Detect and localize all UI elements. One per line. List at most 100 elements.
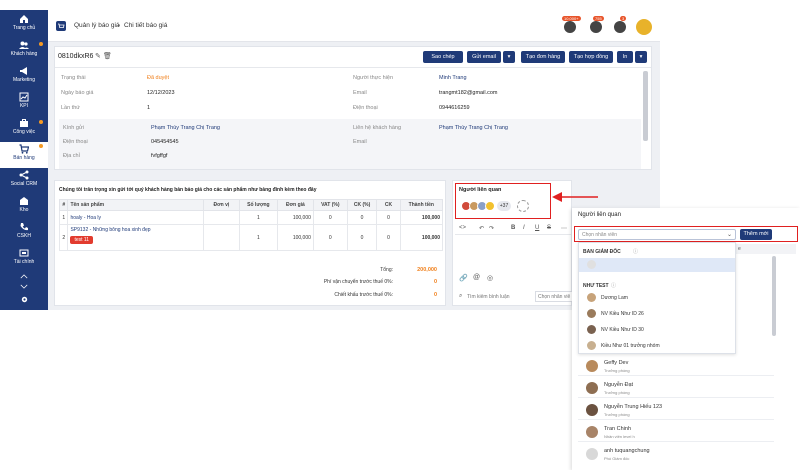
copy-button-label: Sao chép bbox=[431, 54, 455, 60]
comment-search-input[interactable] bbox=[467, 291, 529, 302]
list-item[interactable]: anh tuquangchung Phó Giám đốc bbox=[578, 444, 774, 464]
bell-icon[interactable] bbox=[564, 21, 576, 33]
warehouse-icon bbox=[20, 197, 28, 205]
mention-icon[interactable]: @ bbox=[473, 274, 480, 281]
owner-value[interactable]: Minh Trang bbox=[439, 75, 467, 81]
more-icon[interactable]: ⋯ bbox=[561, 225, 567, 232]
avatar bbox=[586, 448, 598, 460]
more-people-count[interactable]: +37 bbox=[497, 201, 511, 211]
email-dropdown-button[interactable]: ▾ bbox=[503, 51, 515, 63]
products-intro: Chúng tôi trân trọng xin gửi tới quý khá… bbox=[59, 187, 317, 193]
avatar bbox=[587, 341, 596, 350]
date-value: 12/12/2023 bbox=[147, 90, 175, 96]
user-avatar[interactable] bbox=[636, 19, 652, 35]
dropdown-option[interactable]: Kiều Như 01 trưởng nhóm bbox=[579, 339, 739, 353]
address-label: Địa chỉ bbox=[63, 153, 80, 159]
dropdown-option[interactable]: NV Kiều Như ID 26 bbox=[579, 307, 739, 321]
scrollbar[interactable] bbox=[772, 256, 776, 336]
related-people-popup: Người liên quan Chọn nhân viên ⌄ Thêm mớ… bbox=[572, 208, 800, 470]
attachment-icon[interactable]: 🔗 bbox=[459, 274, 468, 282]
add-new-button[interactable]: Thêm mới bbox=[740, 229, 772, 240]
sidebar-item-cskh[interactable]: CSKH bbox=[0, 222, 48, 246]
chat-icon[interactable] bbox=[590, 21, 602, 33]
dear-label: Kính gửi bbox=[63, 125, 84, 131]
avatar bbox=[587, 260, 596, 269]
print-button[interactable]: In bbox=[617, 51, 633, 63]
cell-qty: 1 bbox=[238, 224, 278, 251]
chevron-down-icon: ▾ bbox=[639, 54, 643, 60]
code-icon[interactable]: <> bbox=[459, 225, 466, 231]
rocket-icon[interactable] bbox=[614, 21, 626, 33]
column-header: Đơn vị bbox=[202, 199, 240, 211]
users-icon bbox=[19, 41, 29, 49]
create-order-button[interactable]: Tạo đơn hàng bbox=[521, 51, 565, 63]
dropdown-option[interactable]: NV Kiều Như ID 30 bbox=[579, 323, 739, 337]
settings-area bbox=[0, 291, 48, 310]
cell-total: 100,000 bbox=[399, 224, 444, 251]
person-name: Nguyễn Trung Hiếu 123 bbox=[604, 404, 663, 410]
location-icon[interactable]: ◎ bbox=[487, 274, 493, 282]
avatar[interactable] bbox=[485, 201, 495, 211]
list-header: e bbox=[736, 244, 796, 254]
create-contract-button[interactable]: Tạo hợp đồng bbox=[569, 51, 613, 63]
person-role: Nhân viên level h bbox=[604, 434, 635, 439]
cell-qty: 1 bbox=[238, 210, 278, 225]
sidebar-item-marketing[interactable]: Marketing bbox=[0, 66, 48, 90]
sidebar-item-home[interactable]: Trang chủ bbox=[0, 14, 48, 38]
list-item[interactable]: Tran Chinh Nhân viên level h bbox=[578, 422, 774, 442]
italic-icon[interactable]: I bbox=[523, 225, 525, 231]
sidebar-item-sales[interactable]: Bán hàng bbox=[0, 142, 48, 168]
strikethrough-icon[interactable]: S bbox=[547, 225, 551, 231]
cart-icon bbox=[56, 21, 66, 31]
employee-select[interactable]: Chọn nhân viên ⌄ bbox=[578, 229, 736, 240]
sidebar-item-social-crm[interactable]: Social CRM bbox=[0, 170, 48, 194]
sidebar-item-kpi[interactable]: KPI bbox=[0, 92, 48, 116]
gear-icon[interactable] bbox=[20, 295, 29, 304]
cell-vat: 0 bbox=[312, 224, 348, 251]
trash-icon[interactable]: 🗑 bbox=[103, 52, 112, 60]
chevron-up-icon[interactable] bbox=[0, 274, 48, 282]
redo-icon[interactable]: ↷ bbox=[489, 225, 494, 232]
cell-product-name[interactable]: hoaly - Hoa ly bbox=[67, 210, 204, 225]
sidebar-item-warehouse[interactable]: Kho bbox=[0, 196, 48, 220]
dear-value[interactable]: Phạm Thùy Trang Chị Trang bbox=[151, 125, 220, 131]
add-person-icon[interactable] bbox=[517, 200, 529, 212]
sidebar-item-finance[interactable]: Tài chính bbox=[0, 248, 48, 272]
column-hint: e bbox=[738, 246, 741, 252]
print-dropdown-button[interactable]: ▾ bbox=[635, 51, 647, 63]
cell-product-name[interactable]: SP9132 - Những bông hoa xinh đẹp bbox=[70, 227, 200, 233]
scrollbar[interactable] bbox=[643, 71, 648, 141]
avatar bbox=[587, 325, 596, 334]
employee-filter-input[interactable] bbox=[535, 291, 573, 302]
group-label: BAN GIÁM ĐỐC bbox=[583, 249, 621, 255]
breadcrumb-quotes[interactable]: Quản lý báo giá bbox=[74, 22, 120, 29]
copy-button[interactable]: Sao chép bbox=[423, 51, 463, 63]
phone-label: Điện thoại bbox=[353, 105, 378, 111]
edit-icon[interactable]: ✎ bbox=[95, 52, 101, 60]
list-item[interactable]: Nguyễn Đạt Trưởng phòng bbox=[578, 378, 774, 398]
underline-icon[interactable]: U bbox=[535, 225, 539, 231]
status-label: Trạng thái bbox=[61, 75, 86, 81]
sidebar-item-tasks[interactable]: Công việc bbox=[0, 118, 48, 142]
option-name: Dương Lam bbox=[601, 295, 628, 301]
megaphone-icon bbox=[20, 67, 27, 75]
shipping-value: 0 bbox=[433, 279, 437, 285]
sidebar-item-customers[interactable]: Khách hàng bbox=[0, 40, 48, 64]
comment-editor[interactable] bbox=[455, 237, 571, 269]
notification-dot bbox=[39, 120, 43, 124]
sidebar-item-label: KPI bbox=[19, 103, 29, 109]
sidebar-item-label: Bán hàng bbox=[13, 155, 35, 161]
products-card: Chúng tôi trân trọng xin gửi tới quý khá… bbox=[54, 180, 446, 306]
bold-icon[interactable]: B bbox=[511, 225, 515, 231]
contact-value[interactable]: Phạm Thùy Trang Chị Trang bbox=[439, 125, 508, 131]
discount-value: 0 bbox=[433, 292, 437, 298]
list-item[interactable]: Nguyễn Trung Hiếu 123 Trưởng phòng bbox=[578, 400, 774, 420]
info-icon: ⓘ bbox=[633, 249, 639, 255]
dropdown-option-selected[interactable] bbox=[579, 258, 735, 272]
person-role: Trưởng phòng bbox=[604, 390, 630, 395]
dropdown-option[interactable]: Dương Lam bbox=[579, 291, 739, 305]
undo-icon[interactable]: ↶ bbox=[479, 225, 484, 232]
chevron-down-icon: ▾ bbox=[507, 54, 511, 60]
send-email-button[interactable]: Gửi email bbox=[467, 51, 501, 63]
list-item[interactable]: Geffy Dev Trưởng phòng bbox=[578, 356, 774, 376]
